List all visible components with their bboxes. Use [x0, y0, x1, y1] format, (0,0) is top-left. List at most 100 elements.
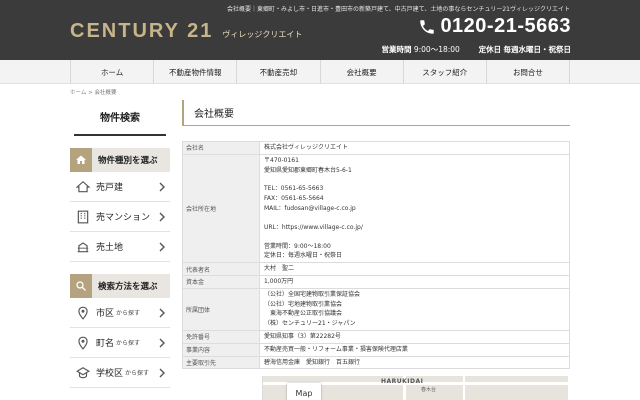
sidebar-item-suffix: から探す — [116, 340, 141, 347]
chevron-right-icon — [159, 368, 165, 378]
sidebar-item-school[interactable]: 学校区 から探す — [70, 358, 170, 388]
map-area-label: HARUKIDAI — [381, 378, 424, 385]
chevron-right-icon — [159, 212, 165, 222]
table-row: 免許番号 愛知県知事（3）第22282号 — [182, 329, 570, 344]
website-url[interactable]: URL：https://www.village-c.co.jp/ — [264, 223, 565, 233]
association-item: （公社）宅地建物取引業協会 — [264, 300, 343, 308]
search-icon — [70, 274, 92, 298]
page-title-text: 会社概要 — [194, 109, 234, 120]
chevron-right-icon — [159, 308, 165, 318]
row-label: 資本金 — [182, 274, 260, 289]
phone-contact[interactable]: 0120-21-5663 — [418, 15, 571, 38]
header-tagline: 会社概要｜東郷町・みよし市・日進市・豊田市の新築戸建て、中古戸建て、土地の事なら… — [226, 6, 570, 13]
tel-number: TEL：0561-65-5663 — [264, 185, 324, 193]
building-icon — [77, 210, 89, 223]
table-row: 代表者名 大村 聖二 — [182, 262, 570, 276]
company-name-value: 株式会社ヴィレッジクリエイト — [259, 141, 570, 155]
chevron-right-icon — [159, 338, 165, 348]
bank-value: 碧海信用金庫 愛知銀行 百五銀行 — [259, 355, 570, 370]
business-hours: 営業時間 9:00～18:00 定休日 毎週水曜日・祝祭日 — [381, 44, 571, 55]
map-area-label-jp: 春木台 — [421, 387, 437, 393]
logo-subtitle: ヴィレッジクリエイト — [222, 30, 303, 39]
home-icon — [70, 148, 92, 172]
association-item: （公社）全国宅建物取引業保証協会 — [264, 290, 361, 298]
nav-contact[interactable]: お問合せ — [487, 60, 571, 84]
closed-label: 定休日 — [478, 45, 502, 54]
map-pin-icon — [78, 306, 88, 320]
chevron-right-icon — [159, 182, 165, 192]
sidebar-item-town[interactable]: 町名 から探す — [70, 328, 170, 358]
hours-value: 9:00～18:00 — [413, 45, 460, 54]
page-title: 会社概要 — [182, 99, 570, 126]
street-address: 愛知県愛知郡東郷町春木台5-6-1 — [264, 166, 352, 174]
row-label: 会社名 — [182, 141, 260, 155]
school-icon — [76, 366, 90, 378]
association-item: 東海不動産公正取引協議会 — [270, 310, 343, 318]
sidebar-item-label: 学校区 — [96, 369, 124, 379]
nav-company[interactable]: 会社概要 — [321, 60, 404, 84]
row-label: 免許番号 — [182, 329, 260, 344]
title-accent-bar — [182, 99, 184, 126]
table-row: 主要取引先 碧海信用金庫 愛知銀行 百五銀行 — [182, 355, 570, 370]
table-row: 所属団体 （公社）全国宅建物取引業保証協会 （公社）宅地建物取引業協会 東海不動… — [182, 287, 570, 331]
global-nav: ホーム 不動産物件情報 不動産売却 会社概要 スタッフ紹介 お問合せ — [0, 60, 640, 84]
representative-value: 大村 聖二 — [259, 262, 570, 276]
map-type-button[interactable]: Map — [287, 383, 321, 400]
sidebar-item-house[interactable]: 売戸建 — [70, 172, 170, 202]
office-hours: 営業時間：9:00～18:00 — [264, 242, 331, 250]
business-value: 不動産売買一般・リフォーム事業・損害保険代理店業 — [259, 342, 570, 357]
sidebar-item-mansion[interactable]: 売マンション — [70, 202, 170, 232]
row-label: 事業内容 — [182, 342, 260, 357]
company-info-table: 会社名 株式会社ヴィレッジクリエイト 会社所在地 〒470-0161 愛知県愛知… — [182, 141, 570, 370]
row-label: 主要取引先 — [182, 355, 260, 370]
capital-value: 1,000万円 — [259, 274, 570, 289]
house-icon — [76, 180, 90, 192]
table-row: 資本金 1,000万円 — [182, 274, 570, 289]
table-row: 会社所在地 〒470-0161 愛知県愛知郡東郷町春木台5-6-1 TEL：05… — [182, 153, 570, 264]
nav-staff[interactable]: スタッフ紹介 — [404, 60, 487, 84]
map-road — [463, 376, 465, 400]
method-search-heading: 検索方法を選ぶ — [70, 274, 170, 298]
sidebar-item-label: 売土地 — [96, 243, 124, 253]
sidebar-item-label: 売マンション — [96, 213, 151, 223]
nav-sell[interactable]: 不動産売却 — [237, 60, 321, 84]
sidebar-item-suffix: から探す — [125, 370, 150, 377]
logo-wordmark: CENTURY 21 — [70, 20, 214, 42]
hours-label: 営業時間 — [381, 45, 412, 54]
sidebar-item-label: 市区 — [96, 309, 115, 319]
breadcrumb: ホーム > 会社概要 — [70, 88, 116, 96]
site-header: 会社概要｜東郷町・みよし市・日進市・豊田市の新築戸建て、中古戸建て、土地の事なら… — [0, 0, 640, 60]
fax-number: FAX：0561-65-5664 — [264, 195, 324, 203]
associations-value: （公社）全国宅建物取引業保証協会 （公社）宅地建物取引業協会 東海不動産公正取引… — [259, 287, 570, 331]
method-heading-label: 検索方法を選ぶ — [98, 282, 158, 292]
sidebar-item-label: 町名 — [96, 339, 115, 349]
map-pin-icon — [78, 336, 88, 350]
postal-code: 〒470-0161 — [264, 156, 299, 164]
chevron-right-icon — [159, 242, 165, 252]
breadcrumb-home[interactable]: ホーム — [70, 90, 86, 96]
google-map[interactable]: Map HARUKIDAI 春木台 — [262, 376, 568, 400]
nav-properties[interactable]: 不動産物件情報 — [154, 60, 238, 84]
association-item: （株）センチュリー21・ジャパン — [264, 320, 356, 328]
sidebar-item-suffix: から探す — [116, 310, 141, 317]
century21-logo[interactable]: CENTURY 21 ヴィレッジクリエイト — [70, 20, 302, 43]
address-value: 〒470-0161 愛知県愛知郡東郷町春木台5-6-1 TEL：0561-65-… — [259, 153, 570, 264]
sidebar-title: 物件検索 — [74, 98, 166, 136]
mail-address[interactable]: MAIL：fudosan@village-c.co.jp — [264, 204, 565, 214]
phone-number: 0120-21-5663 — [440, 15, 571, 37]
table-row: 事業内容 不動産売買一般・リフォーム事業・損害保険代理店業 — [182, 342, 570, 357]
breadcrumb-separator: > — [88, 90, 93, 96]
license-value: 愛知県知事（3）第22282号 — [259, 329, 570, 344]
property-search-sidebar: 物件検索 物件種別を選ぶ 売戸建 売マンション 売土地 検索方法を選ぶ 市区 から… — [70, 98, 170, 388]
sidebar-item-city[interactable]: 市区 から探す — [70, 298, 170, 328]
sidebar-item-land[interactable]: 売土地 — [70, 232, 170, 262]
closed-value: 毎週水曜日・祝祭日 — [503, 45, 572, 54]
row-label: 代表者名 — [182, 262, 260, 276]
nav-home[interactable]: ホーム — [70, 60, 155, 84]
type-search-heading: 物件種別を選ぶ — [70, 148, 170, 172]
phone-icon — [420, 19, 435, 34]
row-label: 会社所在地 — [182, 153, 260, 264]
sidebar-item-label: 売戸建 — [96, 183, 124, 193]
land-icon — [77, 241, 89, 252]
type-heading-label: 物件種別を選ぶ — [98, 156, 158, 166]
